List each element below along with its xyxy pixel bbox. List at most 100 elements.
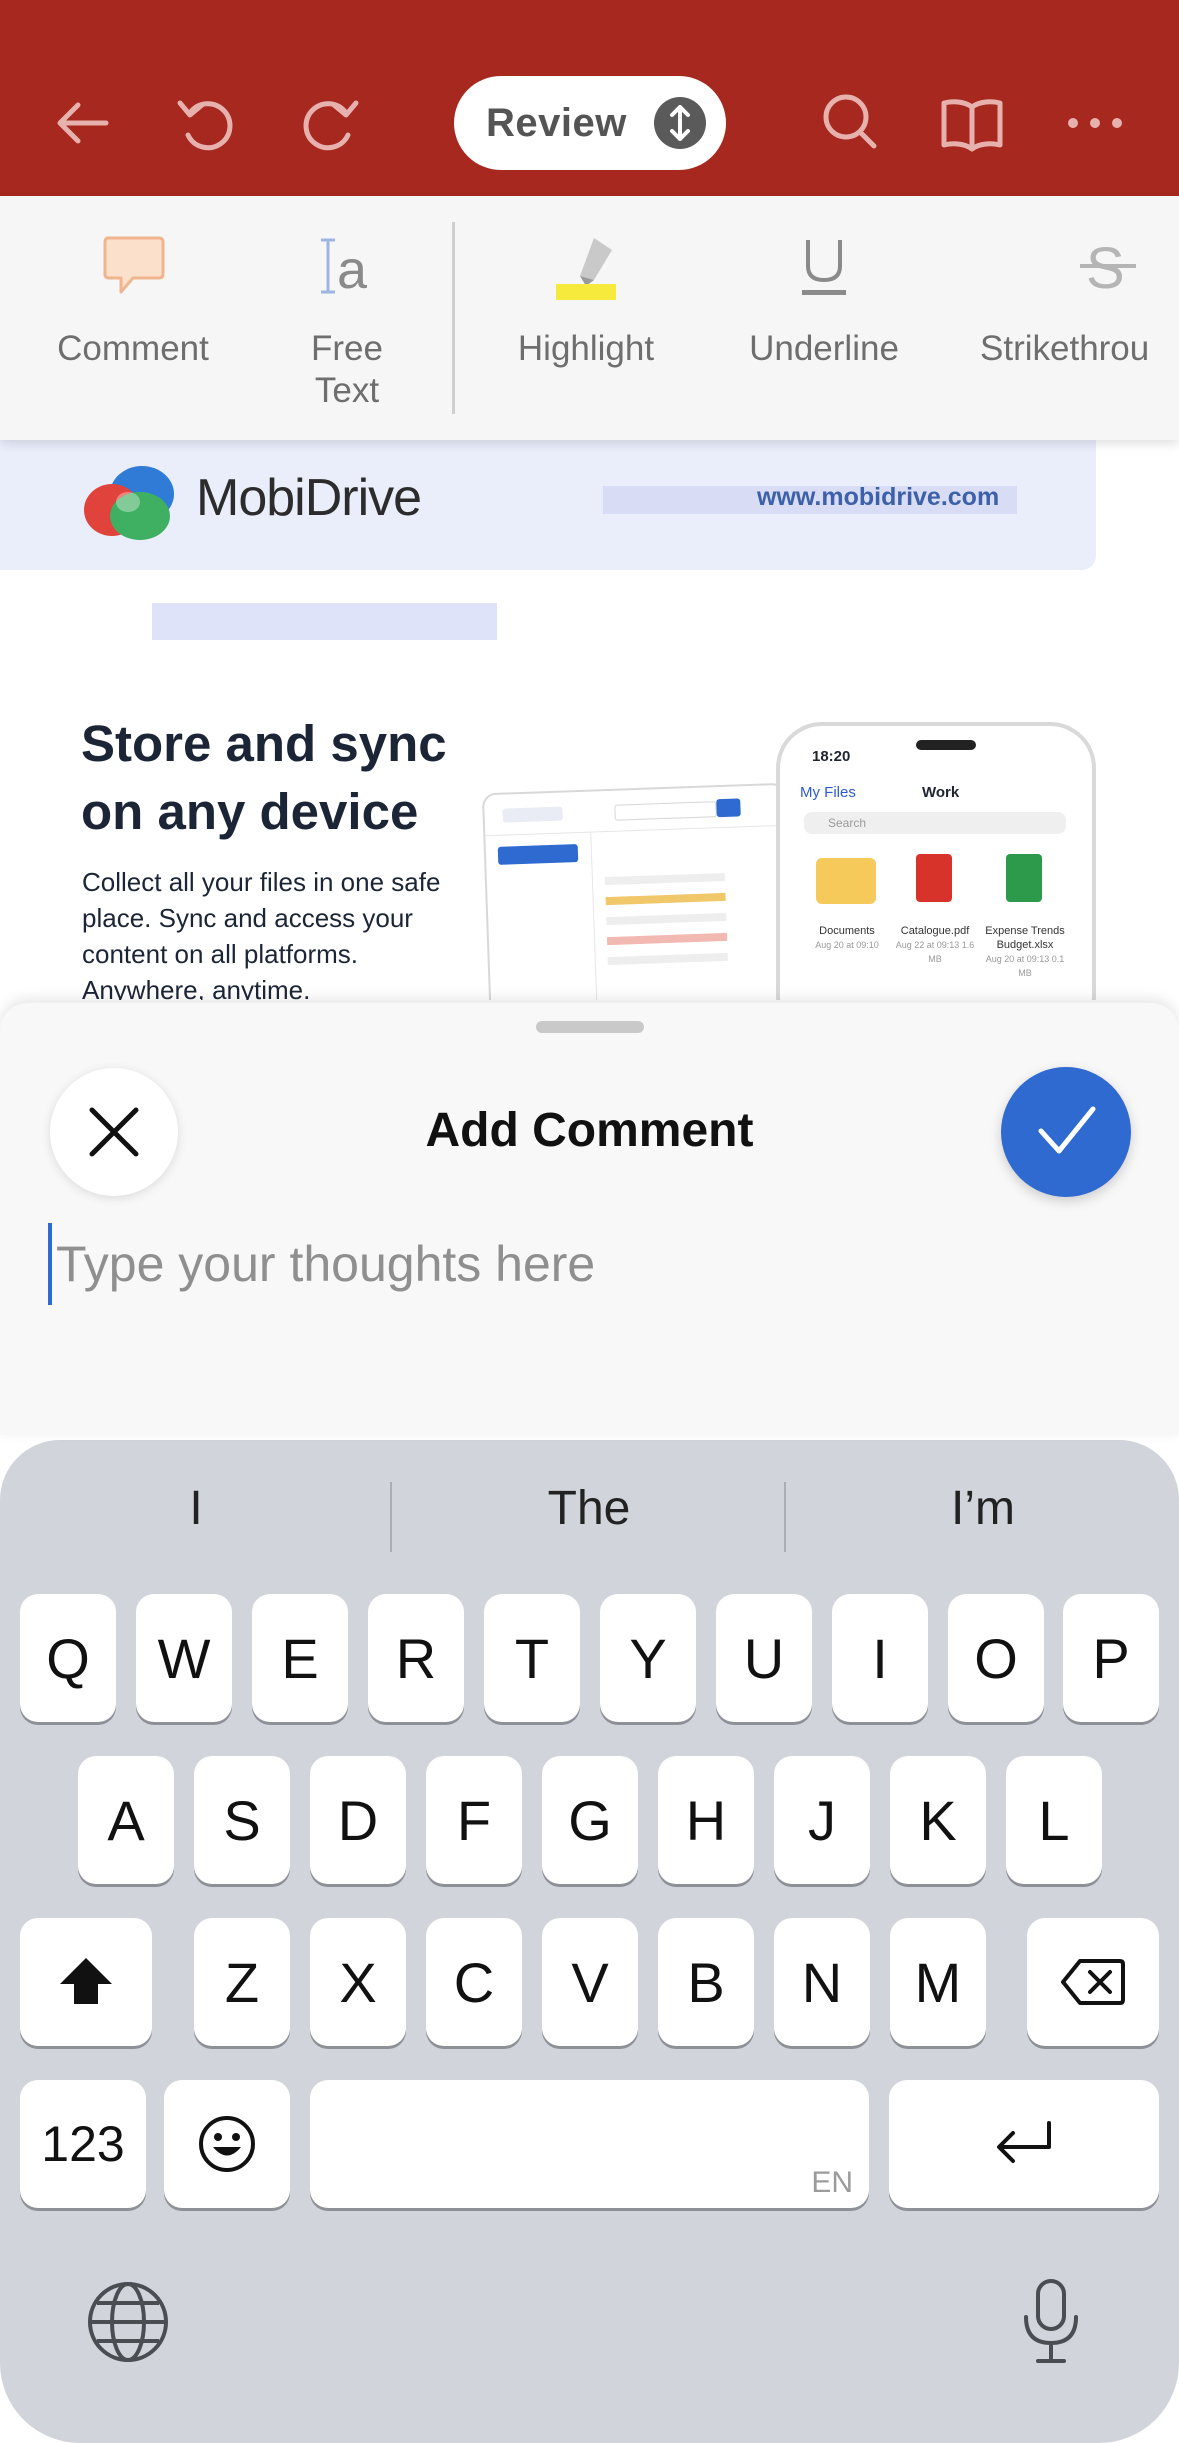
key[interactable]: F [426, 1756, 522, 1884]
key[interactable]: V [542, 1918, 638, 2046]
microphone-icon[interactable] [1001, 2272, 1101, 2372]
key[interactable]: D [310, 1756, 406, 1884]
checkmark-icon [1038, 1106, 1096, 1154]
phone-title: Work [922, 784, 960, 801]
key[interactable]: H [658, 1756, 754, 1884]
key[interactable]: L [1006, 1756, 1102, 1884]
brand-url: www.mobidrive.com [757, 483, 1000, 511]
strikethrough-icon: S [1072, 226, 1144, 306]
shift-key[interactable] [20, 1918, 152, 2046]
mode-label: Review [486, 100, 627, 145]
phone-file: Expense Trends Budget.xlsx Aug 20 at 09:… [980, 924, 1070, 980]
suggestion-divider [784, 1482, 786, 1552]
more-icon[interactable] [1055, 83, 1135, 163]
headline-line: on any device [81, 783, 419, 840]
phone-file: Catalogue.pdf Aug 22 at 09:13 1.6 MB [890, 924, 980, 966]
key[interactable]: J [774, 1756, 870, 1884]
key[interactable]: T [484, 1594, 580, 1722]
phone-time: 18:20 [812, 748, 851, 765]
suggestion[interactable]: The [393, 1440, 785, 1576]
free-text-icon: a [311, 226, 383, 306]
review-mode-switch[interactable]: Review [454, 76, 726, 170]
svg-text:S: S [1086, 236, 1125, 301]
comment-input[interactable] [48, 1223, 1138, 1305]
redo-icon[interactable] [290, 83, 370, 163]
key[interactable]: G [542, 1756, 638, 1884]
key[interactable]: E [252, 1594, 348, 1722]
highlight-annotation[interactable] [152, 603, 497, 640]
undo-icon[interactable] [166, 83, 246, 163]
spreadsheet-icon [1006, 854, 1042, 902]
up-down-arrows-icon [654, 97, 706, 149]
underline-icon [788, 226, 860, 306]
numbers-key[interactable]: 123 [20, 2080, 146, 2208]
delete-key[interactable] [1027, 1918, 1159, 2046]
file-name: Catalogue.pdf [900, 925, 970, 937]
key[interactable]: Q [20, 1594, 116, 1722]
highlighter-icon [550, 226, 622, 306]
back-arrow-icon[interactable] [44, 83, 124, 163]
tool-label: Free Text [311, 329, 383, 410]
backspace-icon [1061, 1959, 1125, 2005]
tool-highlight[interactable]: Highlight [500, 196, 672, 440]
comment-icon [97, 226, 169, 306]
brand-name: MobiDrive [196, 469, 422, 527]
tool-free-text[interactable]: a Free Text [268, 196, 426, 440]
tool-label: Strikethrou [980, 329, 1150, 368]
tool-strikethrough[interactable]: S Strikethrou [980, 196, 1179, 440]
key[interactable]: Z [194, 1918, 290, 2046]
key[interactable]: R [368, 1594, 464, 1722]
svg-text:a: a [337, 240, 368, 300]
key[interactable]: O [948, 1594, 1044, 1722]
return-icon [997, 2121, 1051, 2163]
file-meta: Aug 20 at 09:10 [815, 940, 879, 950]
file-name: Expense Trends Budget.xlsx [985, 925, 1065, 951]
phone-mockup: 18:20 My Files Work Search Documents Aug… [776, 722, 1096, 1000]
key[interactable]: B [658, 1918, 754, 2046]
body-text: Collect all your files in one safe place… [82, 867, 441, 1000]
globe-icon[interactable] [78, 2272, 178, 2372]
key[interactable]: N [774, 1918, 870, 2046]
key[interactable]: C [426, 1918, 522, 2046]
key[interactable]: Y [600, 1594, 696, 1722]
language-label: EN [811, 2166, 853, 2199]
phone-search: Search [804, 812, 1066, 834]
file-meta: Aug 20 at 09:13 0.1 MB [985, 954, 1065, 978]
tool-label: Underline [749, 329, 899, 368]
suggestion[interactable]: I’m [787, 1440, 1179, 1576]
tablet-mockup [481, 782, 795, 1000]
brand-banner: MobiDrive www.mobidrive.com [0, 440, 1096, 570]
shift-icon [60, 1958, 112, 2004]
key[interactable]: P [1063, 1594, 1159, 1722]
key[interactable]: S [194, 1756, 290, 1884]
confirm-button[interactable] [1001, 1067, 1131, 1197]
key[interactable]: W [136, 1594, 232, 1722]
tool-underline[interactable]: Underline [734, 196, 914, 440]
headline: Store and sync on any device [81, 710, 447, 846]
add-comment-sheet: Add Comment [0, 1003, 1179, 1435]
book-icon[interactable] [932, 83, 1012, 163]
toolbar-divider [452, 222, 455, 414]
emoji-icon [199, 2116, 255, 2172]
suggestion[interactable]: I [0, 1440, 392, 1576]
key[interactable]: I [832, 1594, 928, 1722]
search-icon[interactable] [810, 83, 890, 163]
return-key[interactable] [889, 2080, 1159, 2208]
headline-line: Store and sync [81, 715, 447, 772]
key[interactable]: M [890, 1918, 986, 2046]
emoji-key[interactable] [164, 2080, 290, 2208]
tool-label: Highlight [517, 329, 655, 368]
key[interactable]: K [890, 1756, 986, 1884]
keyboard: I The I’m Q W E R T Y U I O P A S D F G … [0, 1440, 1179, 2443]
top-bar: Review [0, 0, 1179, 196]
sheet-grabber[interactable] [536, 1021, 644, 1033]
document-page[interactable]: MobiDrive www.mobidrive.com Store and sy… [0, 440, 1179, 1000]
space-key[interactable]: EN [310, 2080, 869, 2208]
phone-back-link: My Files [800, 784, 856, 801]
mobidrive-logo [84, 466, 174, 540]
tool-comment[interactable]: Comment [40, 196, 226, 440]
pdf-icon [916, 854, 952, 902]
key[interactable]: U [716, 1594, 812, 1722]
key[interactable]: X [310, 1918, 406, 2046]
key[interactable]: A [78, 1756, 174, 1884]
